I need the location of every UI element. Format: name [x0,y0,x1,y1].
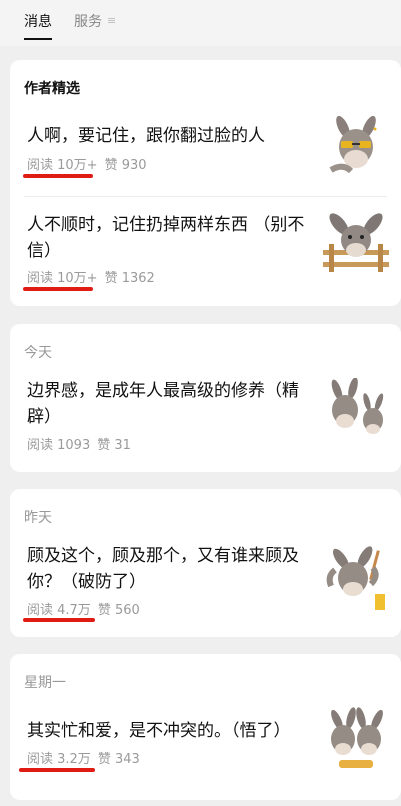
article-item[interactable]: 顾及这个，顾及那个，又有谁来顾及你？（破防了） 阅读 4.7万赞 560 [10,529,401,637]
date-label: 昨天 [24,510,52,526]
article-item[interactable]: 其实忙和爱，是不冲突的。（悟了） 阅读 3.2万赞 343 [10,694,401,800]
article-title: 人不顺时，记住扔掉两样东西 （别不信） [27,215,305,261]
donkey-stressed-thumbnail [323,546,389,612]
red-underline-mark [23,618,95,622]
article-meta: 阅读 10万+ 赞 930 [27,154,147,173]
read-count: 阅读 1093 [27,438,91,453]
red-underline-mark [23,287,93,291]
article-title: 顾及这个，顾及那个，又有谁来顾及你？（破防了） [27,546,299,592]
donkey-sunglasses-thumbnail [323,115,389,181]
featured-heading: 作者精选 [24,81,80,97]
read-count: 阅读 4.7万 [27,603,91,618]
read-count: 阅读 10万+ [27,158,98,173]
article-meta: 阅读 1093 赞 31 [27,434,131,453]
donkey-fence-thumbnail [323,210,389,276]
article-meta: 阅读 4.7万赞 560 [27,599,140,618]
red-underline-mark [19,768,95,772]
article-item[interactable]: 边界感，是成年人最高级的修养（精辟） 阅读 1093 赞 31 [10,364,401,472]
article-title: 其实忙和爱，是不冲突的。（悟了） [27,721,291,741]
like-count: 赞 343 [97,752,140,767]
menu-icon[interactable]: ≡ [107,14,116,27]
date-label: 今天 [24,345,52,361]
like-count: 赞 31 [97,438,131,453]
article-meta: 阅读 3.2万赞 343 [27,748,140,767]
featured-card: 作者精选 人啊，要记住，跟你翻过脸的人 阅读 10万+ 赞 930 人不顺时，记住… [10,60,401,306]
date-group-card: 昨天 顾及这个，顾及那个，又有谁来顾及你？（破防了） 阅读 4.7万赞 560 [10,489,401,637]
article-title: 边界感，是成年人最高级的修养（精辟） [27,381,299,427]
donkey-pair-thumbnail [323,378,389,444]
article-title: 人啊，要记住，跟你翻过脸的人 [27,126,265,146]
date-group-card: 星期一 其实忙和爱，是不冲突的。（悟了） 阅读 3.2万赞 343 [10,654,401,800]
date-label: 星期一 [24,675,66,691]
article-meta: 阅读 10万+ 赞 1362 [27,267,155,286]
tab-services[interactable]: 服务 [74,12,102,34]
like-count: 赞 560 [97,603,140,618]
date-group-card: 今天 边界感，是成年人最高级的修养（精辟） 阅读 1093 赞 31 [10,324,401,472]
top-tab-bar: 消息 服务 ≡ [0,0,401,46]
tab-messages[interactable]: 消息 [24,12,52,40]
like-count: 赞 1362 [104,271,155,286]
donkey-eating-thumbnail [323,706,389,772]
article-item[interactable]: 人啊，要记住，跟你翻过脸的人 阅读 10万+ 赞 930 [10,110,401,196]
read-count: 阅读 10万+ [27,271,98,286]
red-underline-mark [23,174,93,178]
read-count: 阅读 3.2万 [27,752,91,767]
like-count: 赞 930 [104,158,147,173]
article-item[interactable]: 人不顺时，记住扔掉两样东西 （别不信） 阅读 10万+ 赞 1362 [10,197,401,297]
